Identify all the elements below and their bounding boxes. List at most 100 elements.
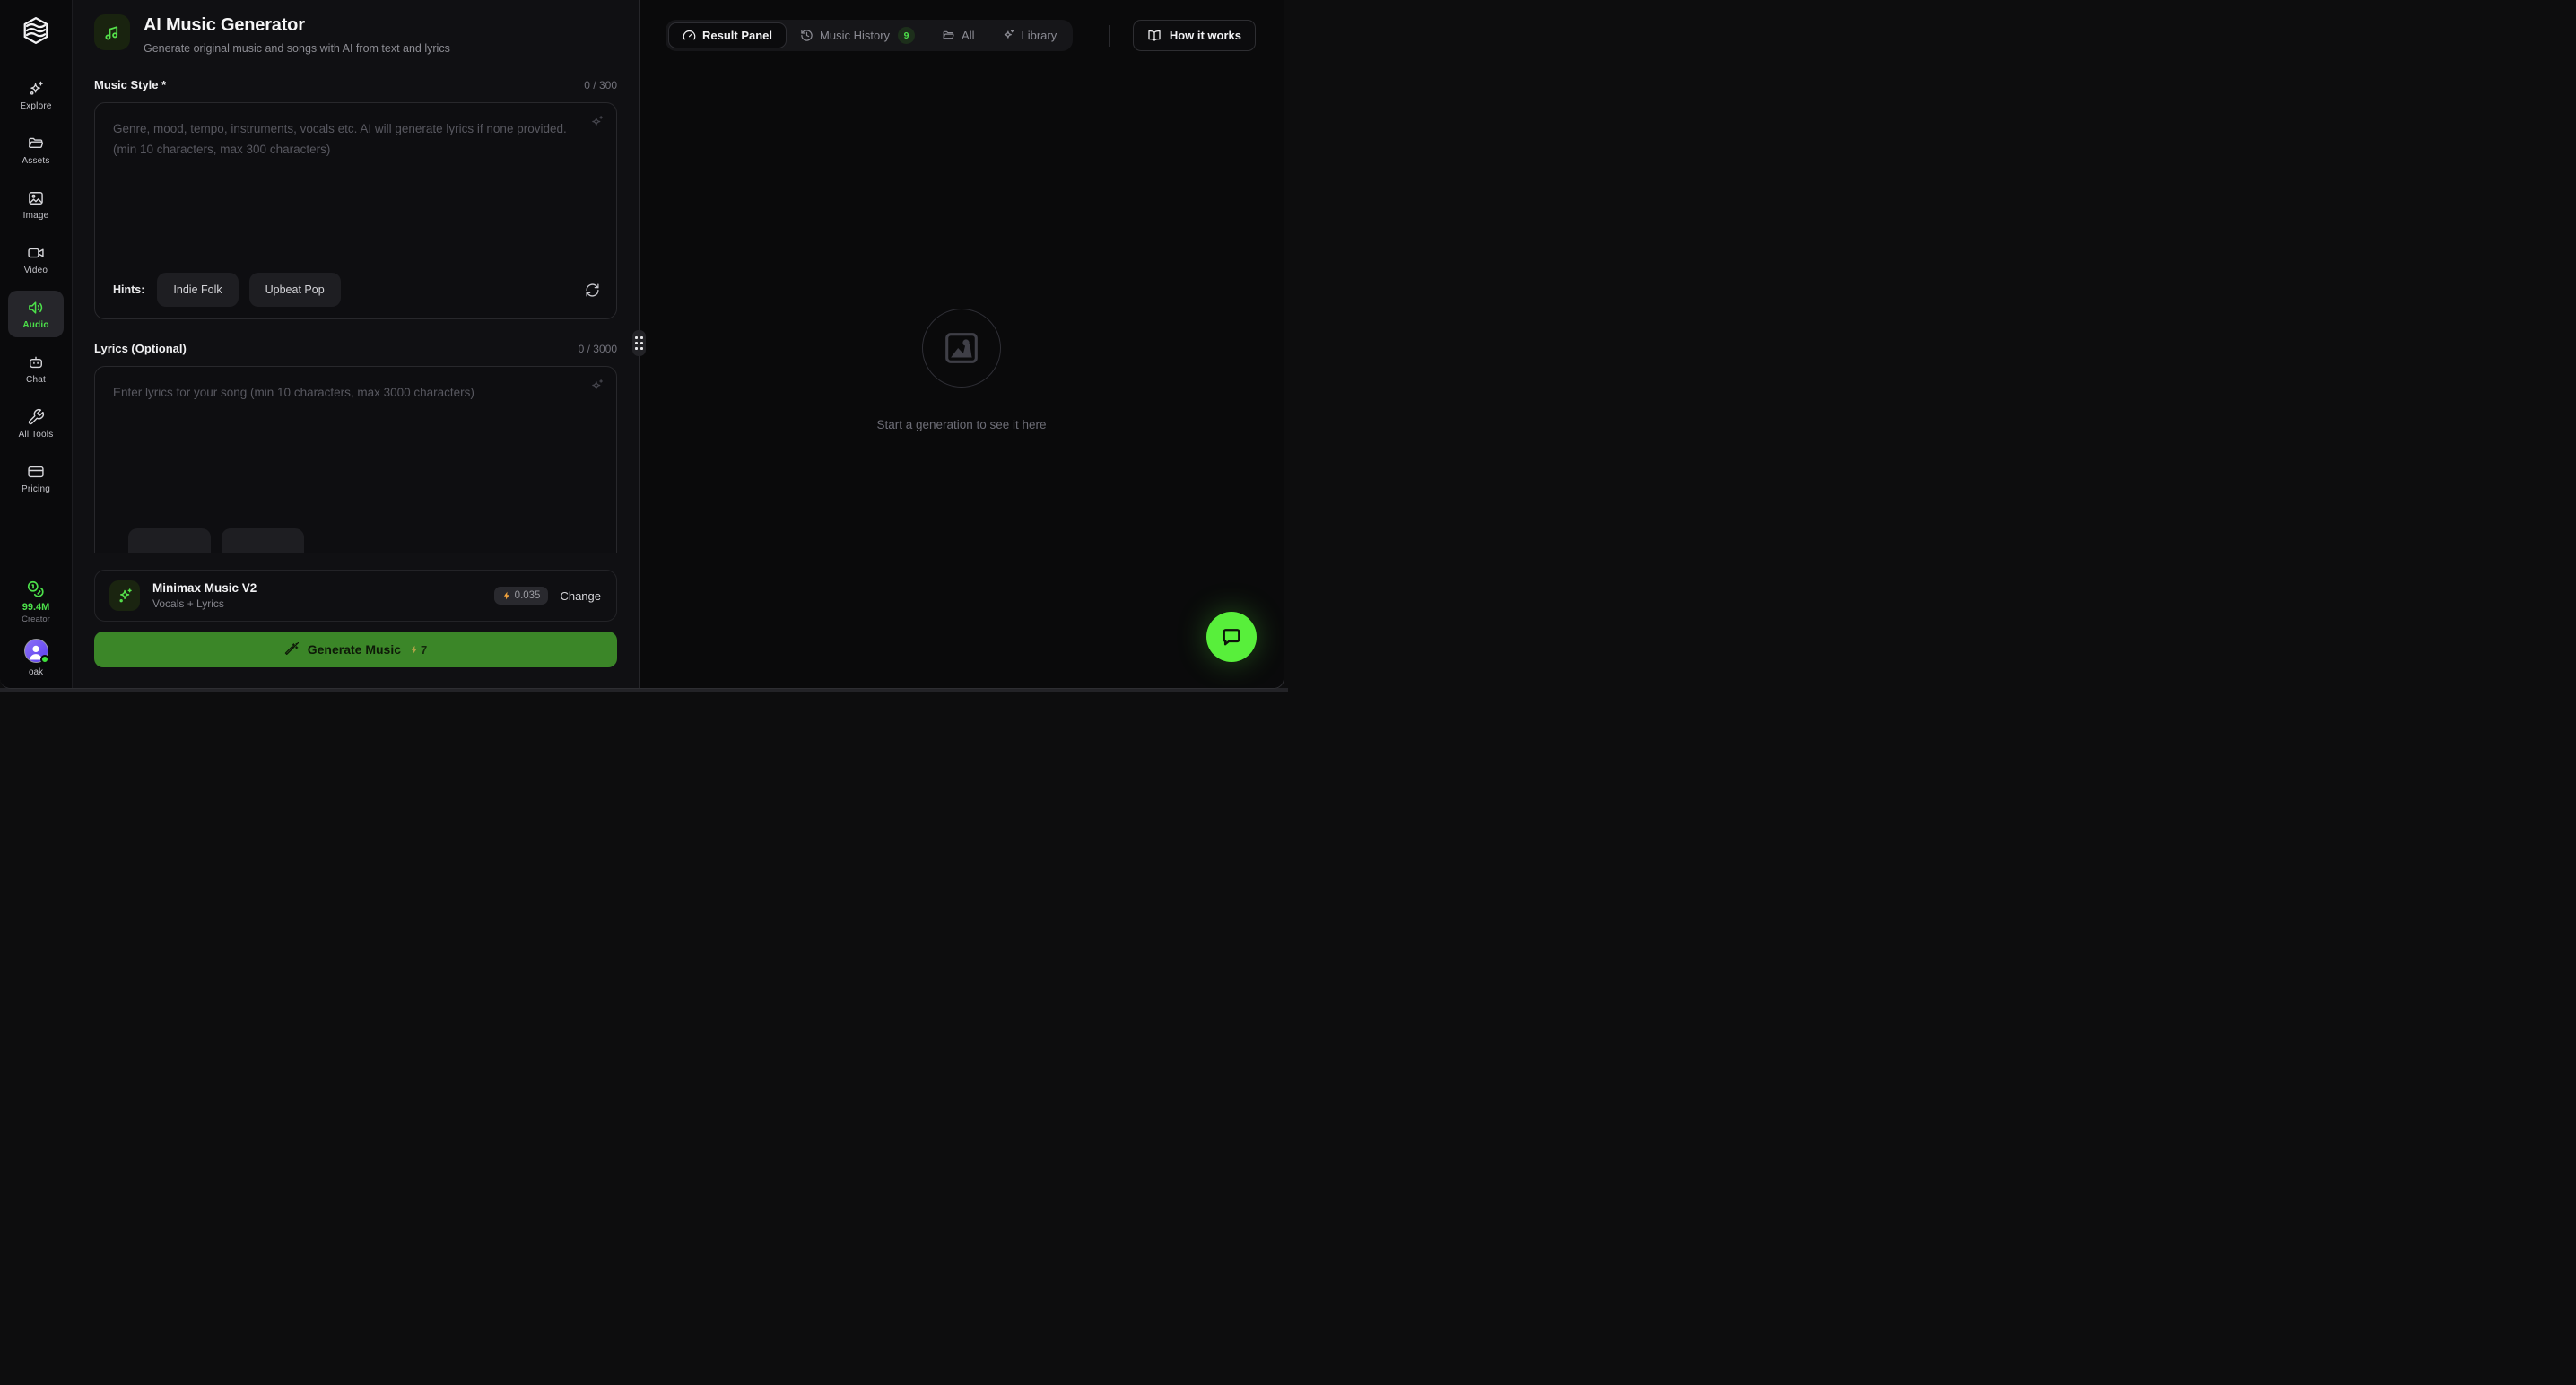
model-name: Minimax Music V2	[152, 581, 257, 595]
page-subtitle: Generate original music and songs with A…	[144, 42, 450, 56]
generate-label: Generate Music	[308, 642, 401, 657]
panel-resize-divider[interactable]	[639, 0, 640, 688]
hint-chip-upbeat-pop[interactable]: Upbeat Pop	[249, 273, 341, 307]
credit-cost-badge: 0.035	[494, 587, 549, 605]
tab-music-history[interactable]: Music History 9	[787, 22, 928, 48]
change-model-button[interactable]: Change	[560, 589, 601, 603]
ai-sparkle-icon	[109, 580, 140, 611]
lyrics-hints-row	[113, 528, 602, 553]
panel-resize-handle[interactable]	[632, 330, 646, 356]
form-scroll-area[interactable]: AI Music Generator Generate original mus…	[73, 0, 639, 553]
layers-wave-logo-icon	[22, 16, 50, 45]
history-icon	[800, 29, 814, 42]
sidebar-footer: 99.4M Creator oak	[22, 579, 50, 688]
hint-chip-indie-folk[interactable]: Indie Folk	[157, 273, 238, 307]
lyrics-hint-chip[interactable]	[222, 528, 304, 553]
lyrics-input[interactable]	[95, 367, 616, 553]
generate-cost: 7	[410, 643, 427, 657]
folder-icon	[942, 29, 955, 42]
tab-label: All	[962, 29, 974, 42]
image-icon	[27, 189, 45, 208]
ai-sparkle-icon[interactable]	[589, 379, 605, 398]
robot-icon	[27, 353, 45, 372]
sidebar-nav: Explore Assets Image	[8, 72, 64, 510]
sidebar-item-label: All Tools	[19, 431, 54, 440]
tab-label: Library	[1022, 29, 1057, 42]
tab-all[interactable]: All	[928, 22, 988, 48]
how-it-works-label: How it works	[1170, 29, 1241, 42]
sidebar-item-all-tools[interactable]: All Tools	[8, 400, 64, 447]
app-logo[interactable]	[21, 16, 51, 45]
sidebar-item-label: Audio	[22, 321, 48, 330]
username: oak	[29, 667, 43, 677]
model-cost: 0.035	[515, 590, 541, 601]
sidebar-item-assets[interactable]: Assets	[8, 126, 64, 173]
sidebar-item-audio[interactable]: Audio	[8, 291, 64, 337]
chat-support-button[interactable]	[1206, 612, 1257, 662]
model-selector[interactable]: Minimax Music V2 Vocals + Lyrics 0.035 C…	[94, 570, 617, 622]
lyrics-section: Lyrics (Optional) 0 / 3000	[94, 342, 617, 553]
speaker-icon	[27, 299, 45, 318]
lyrics-label: Lyrics (Optional)	[94, 342, 187, 355]
tab-label: Music History	[820, 29, 890, 42]
sidebar-item-label: Assets	[22, 157, 49, 166]
sidebar-item-label: Pricing	[22, 485, 50, 494]
coins-icon	[26, 579, 46, 599]
tab-library[interactable]: Library	[988, 22, 1071, 48]
empty-state-text: Start a generation to see it here	[876, 418, 1046, 431]
user-menu[interactable]: oak	[24, 639, 48, 677]
chat-bubble-icon	[1220, 625, 1243, 649]
lightning-bolt-icon	[502, 590, 511, 601]
tab-label: Result Panel	[702, 29, 772, 42]
generator-header: AI Music Generator Generate original mus…	[94, 14, 617, 56]
sidebar-item-explore[interactable]: Explore	[8, 72, 64, 118]
sidebar-item-video[interactable]: Video	[8, 236, 64, 283]
header-separator	[1109, 25, 1110, 47]
lyrics-hint-chip[interactable]	[128, 528, 211, 553]
app-root: Explore Assets Image	[0, 0, 1284, 689]
sparkle-icon	[1002, 29, 1015, 42]
model-meta: Minimax Music V2 Vocals + Lyrics	[152, 581, 257, 610]
lyrics-box	[94, 366, 617, 553]
generate-music-button[interactable]: Generate Music 7	[94, 632, 617, 667]
book-open-icon	[1147, 29, 1162, 43]
music-note-icon	[94, 14, 130, 50]
credit-card-icon	[27, 463, 45, 482]
ai-sparkle-icon[interactable]	[589, 115, 605, 135]
sidebar-item-pricing[interactable]: Pricing	[8, 455, 64, 501]
lyrics-counter: 0 / 3000	[579, 343, 617, 355]
result-panel-header: Result Panel Music History 9 All Library	[640, 0, 1284, 51]
result-panel: Result Panel Music History 9 All Library	[640, 0, 1284, 688]
sidebar: Explore Assets Image	[0, 0, 73, 688]
history-count-badge: 9	[898, 27, 915, 44]
sidebar-item-chat[interactable]: Chat	[8, 345, 64, 392]
music-style-counter: 0 / 300	[584, 79, 617, 91]
how-it-works-button[interactable]: How it works	[1133, 20, 1256, 51]
music-style-section: Music Style * 0 / 300 Hints: Indie Folk …	[94, 78, 617, 319]
sidebar-item-label: Chat	[26, 376, 46, 385]
wrench-icon	[27, 408, 45, 427]
lightning-bolt-icon	[410, 644, 419, 655]
music-style-label-row: Music Style * 0 / 300	[94, 78, 617, 91]
page-title: AI Music Generator	[144, 14, 450, 36]
music-style-label: Music Style *	[94, 78, 166, 91]
sparkles-icon	[27, 80, 45, 99]
avatar	[24, 639, 48, 663]
music-style-box: Hints: Indie Folk Upbeat Pop	[94, 102, 617, 319]
credits-balance[interactable]: 99.4M Creator	[22, 579, 50, 624]
model-mode: Vocals + Lyrics	[152, 597, 257, 610]
sidebar-item-label: Image	[23, 212, 49, 221]
refresh-hints-button[interactable]	[583, 281, 602, 300]
online-status-dot	[40, 655, 49, 664]
sidebar-item-image[interactable]: Image	[8, 181, 64, 228]
refresh-icon	[585, 283, 600, 298]
tab-result-panel[interactable]: Result Panel	[668, 22, 787, 48]
result-tabs: Result Panel Music History 9 All Library	[666, 20, 1073, 51]
plan-label: Creator	[22, 614, 50, 624]
generator-panel: AI Music Generator Generate original mus…	[73, 0, 639, 688]
magic-wand-icon	[284, 642, 299, 657]
generate-cost-value: 7	[421, 643, 427, 657]
app-window: Explore Assets Image	[0, 0, 1288, 692]
folder-icon	[27, 135, 45, 153]
hints-label: Hints:	[113, 283, 144, 296]
